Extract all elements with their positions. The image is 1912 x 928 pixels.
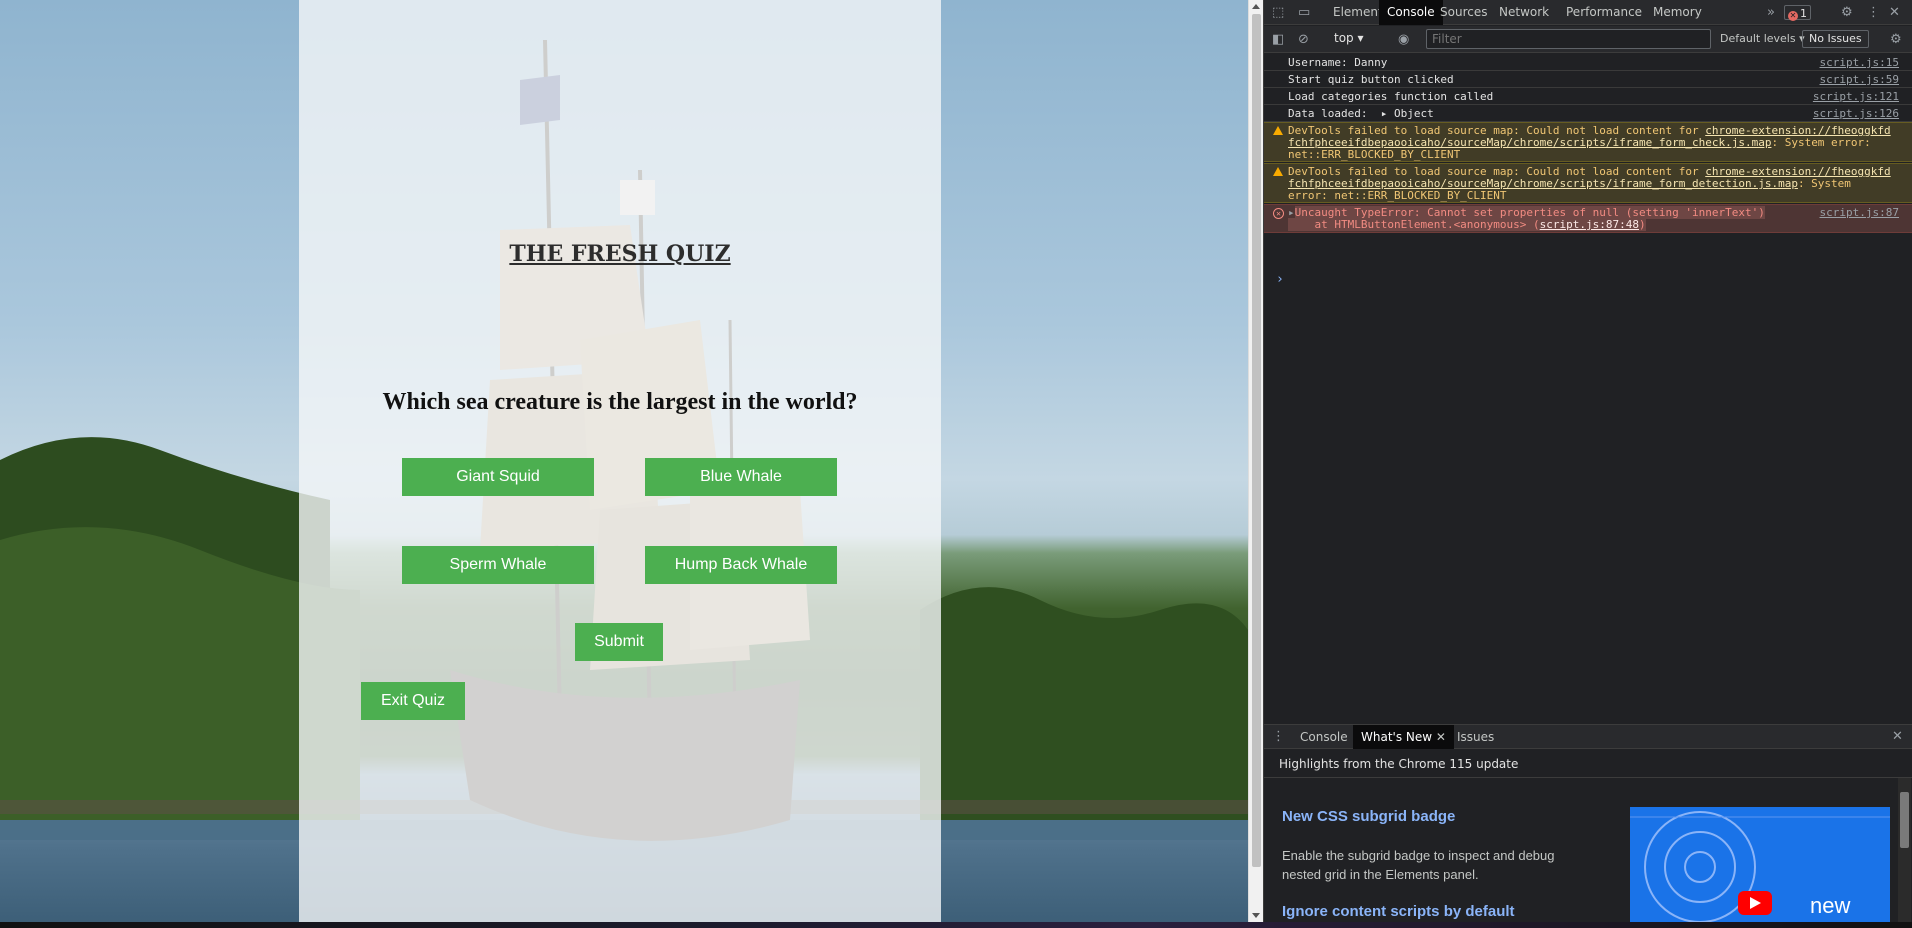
log-message: Load categories function called: [1288, 90, 1494, 103]
devtools-panel: ⬚ ▭ Elements Console Sources Network Per…: [1263, 0, 1912, 923]
thumbnail-graphic: [1630, 811, 1890, 923]
exit-quiz-button[interactable]: Exit Quiz: [361, 682, 465, 720]
whats-new-subtitle: Highlights from the Chrome 115 update: [1264, 750, 1912, 778]
tab-performance[interactable]: Performance: [1558, 0, 1650, 25]
whats-new-item-title[interactable]: Ignore content scripts by default: [1282, 903, 1515, 920]
console-log-row: Load categories function called script.j…: [1264, 88, 1912, 105]
tab-network[interactable]: Network: [1491, 0, 1557, 25]
kebab-menu-icon[interactable]: ⋮: [1867, 0, 1880, 25]
error-line-2: at HTMLButtonElement.<anonymous> (script…: [1288, 218, 1646, 231]
issues-button[interactable]: No Issues: [1802, 30, 1869, 48]
log-source-link[interactable]: script.js:126: [1813, 107, 1899, 120]
console-messages: Username: Danny script.js:15 Start quiz …: [1264, 54, 1912, 724]
drawer-scrollbar[interactable]: [1898, 778, 1911, 923]
context-value: top: [1334, 31, 1354, 45]
page-scrollbar-thumb[interactable]: [1252, 14, 1261, 867]
close-drawer-icon[interactable]: ✕: [1892, 725, 1903, 749]
log-source-link[interactable]: script.js:121: [1813, 90, 1899, 103]
log-levels-dropdown[interactable]: Default levels ▾: [1720, 32, 1805, 45]
log-source-link[interactable]: script.js:15: [1820, 56, 1899, 69]
scroll-down-arrow-icon[interactable]: [1252, 913, 1260, 918]
devtools-tab-bar: ⬚ ▭ Elements Console Sources Network Per…: [1264, 0, 1912, 25]
error-stack-link[interactable]: script.js:87:48: [1539, 218, 1640, 231]
warning-line-3: net::ERR_BLOCKED_BY_CLIENT: [1288, 148, 1461, 161]
scroll-up-arrow-icon[interactable]: [1252, 4, 1260, 9]
live-expression-eye-icon[interactable]: ◉: [1398, 26, 1409, 53]
error-stack-text: at HTMLButtonElement.<anonymous> (: [1288, 218, 1540, 231]
answer-button-sperm-whale[interactable]: Sperm Whale: [402, 546, 594, 584]
sidebar-toggle-icon[interactable]: ◧: [1272, 26, 1284, 53]
drawer-tab-bar: ⋮ Console What's New ✕ Issues ✕: [1264, 725, 1912, 749]
whats-new-item-title[interactable]: New CSS subgrid badge: [1282, 808, 1455, 825]
answer-button-hump-back-whale[interactable]: Hump Back Whale: [645, 546, 837, 584]
clear-console-icon[interactable]: ⊘: [1298, 26, 1309, 53]
whats-new-item-description: Enable the subgrid badge to inspect and …: [1282, 848, 1555, 882]
tab-sources[interactable]: Sources: [1432, 0, 1495, 25]
thumbnail-caption: new: [1810, 893, 1851, 918]
inspect-element-icon[interactable]: ⬚: [1272, 0, 1284, 25]
console-prompt-caret-icon[interactable]: ›: [1276, 272, 1284, 287]
drawer-scrollbar-thumb[interactable]: [1900, 792, 1909, 848]
console-warning-row: DevTools failed to load source map: Coul…: [1264, 122, 1912, 162]
console-log-row: Data loaded: ▸ Object script.js:126: [1264, 105, 1912, 122]
console-toolbar: ◧ ⊘ top ▾ ◉ Default levels ▾ No Issues ⚙: [1264, 26, 1912, 53]
more-tabs-icon[interactable]: »: [1767, 0, 1775, 25]
console-settings-gear-icon[interactable]: ⚙: [1890, 26, 1902, 53]
console-log-row: Username: Danny script.js:15: [1264, 54, 1912, 71]
tab-memory[interactable]: Memory: [1645, 0, 1710, 25]
error-icon: ✕: [1788, 11, 1798, 21]
browser-page-viewport: THE FRESH QUIZ Which sea creature is the…: [0, 0, 1248, 922]
console-warning-row: DevTools failed to load source map: Coul…: [1264, 163, 1912, 203]
answer-button-giant-squid[interactable]: Giant Squid: [402, 458, 594, 496]
log-message: Username: Danny: [1288, 56, 1388, 69]
console-filter-input[interactable]: [1426, 29, 1711, 49]
log-message: Start quiz button clicked: [1288, 73, 1454, 86]
drawer-menu-icon[interactable]: ⋮: [1272, 725, 1285, 749]
quiz-title: THE FRESH QUIZ: [509, 241, 731, 267]
error-stack-end: ): [1639, 218, 1646, 231]
error-count: 1: [1800, 7, 1807, 20]
drawer-tab-issues[interactable]: Issues: [1449, 725, 1502, 749]
settings-gear-icon[interactable]: ⚙: [1841, 0, 1853, 25]
log-message[interactable]: Data loaded: ▸ Object: [1288, 107, 1434, 120]
log-levels-value: Default levels: [1720, 32, 1796, 45]
context-selector[interactable]: top ▾: [1334, 31, 1364, 45]
log-source-link[interactable]: script.js:59: [1820, 73, 1899, 86]
console-log-row: Start quiz button clicked script.js:59: [1264, 71, 1912, 88]
warning-icon: [1273, 167, 1283, 176]
error-icon: ✕: [1273, 208, 1284, 219]
warning-icon: [1273, 126, 1283, 135]
drawer-tab-whats-new[interactable]: What's New ✕: [1353, 725, 1454, 749]
warning-text: : System error:: [1771, 136, 1871, 149]
warning-text: : System: [1797, 177, 1851, 190]
answer-button-blue-whale[interactable]: Blue Whale: [645, 458, 837, 496]
window-bottom-edge: [0, 922, 1912, 928]
devtools-drawer: ⋮ Console What's New ✕ Issues ✕ Highligh…: [1264, 724, 1912, 923]
error-count-badge[interactable]: ✕ 1: [1784, 5, 1811, 21]
console-error-row: ✕ ▸Uncaught TypeError: Cannot set proper…: [1264, 204, 1912, 233]
quiz-question: Which sea creature is the largest in the…: [382, 389, 858, 415]
drawer-tab-label: What's New: [1361, 730, 1433, 744]
warning-line-3: error: net::ERR_BLOCKED_BY_CLIENT: [1288, 189, 1507, 202]
close-devtools-icon[interactable]: ✕: [1889, 0, 1900, 25]
error-source-link[interactable]: script.js:87: [1820, 206, 1899, 219]
close-tab-icon[interactable]: ✕: [1436, 730, 1446, 744]
whats-new-video-thumbnail[interactable]: new: [1630, 807, 1890, 923]
quiz-container: THE FRESH QUIZ Which sea creature is the…: [299, 0, 941, 922]
device-toolbar-icon[interactable]: ▭: [1298, 0, 1310, 25]
page-scrollbar[interactable]: [1248, 0, 1263, 922]
submit-button[interactable]: Submit: [575, 623, 663, 661]
drawer-tab-console[interactable]: Console: [1292, 725, 1356, 749]
